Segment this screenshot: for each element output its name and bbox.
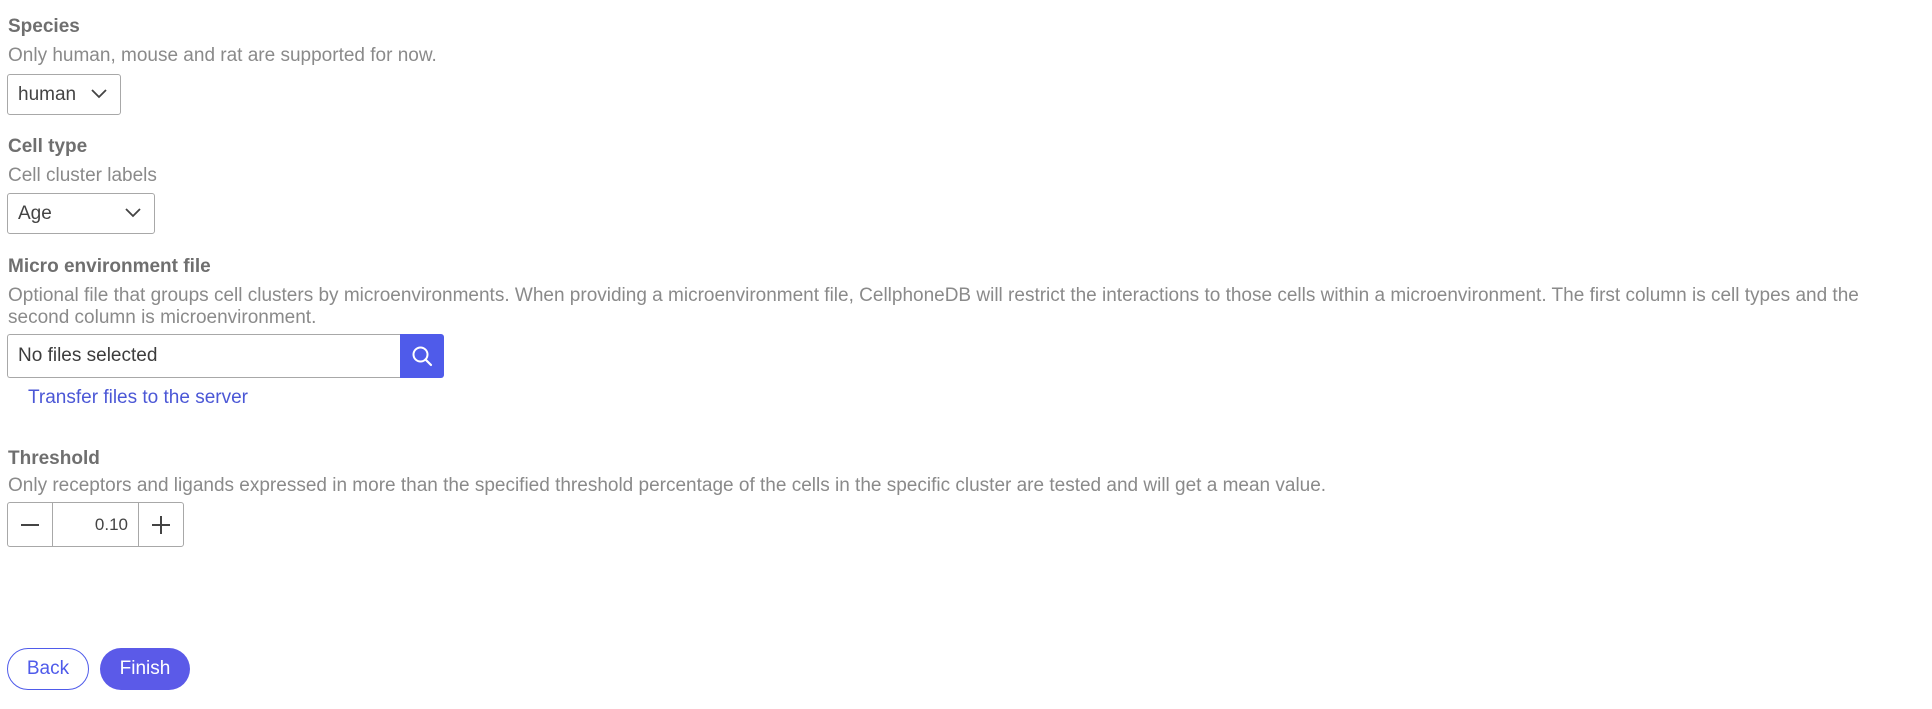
- threshold-stepper: 0.10: [7, 502, 184, 547]
- form-page: Species Only human, mouse and rat are su…: [0, 0, 1932, 709]
- increment-button[interactable]: [139, 503, 183, 546]
- minus-icon: [21, 523, 39, 526]
- threshold-input[interactable]: 0.10: [52, 503, 139, 546]
- species-title: Species: [8, 16, 80, 37]
- decrement-button[interactable]: [8, 503, 52, 546]
- plus-icon: [152, 515, 170, 534]
- chevron-down-icon: [125, 208, 141, 218]
- transfer-files-link[interactable]: Transfer files to the server: [28, 387, 248, 409]
- file-field-value: No files selected: [18, 345, 158, 366]
- back-button[interactable]: Back: [7, 648, 89, 690]
- search-icon: [412, 346, 433, 367]
- threshold-description: Only receptors and ligands expressed in …: [8, 475, 1327, 496]
- species-description: Only human, mouse and rat are supported …: [8, 45, 437, 66]
- micro-env-title: Micro environment file: [8, 256, 211, 277]
- chevron-down-icon: [91, 89, 107, 99]
- finish-button[interactable]: Finish: [100, 648, 190, 690]
- threshold-title: Threshold: [8, 448, 100, 469]
- species-select[interactable]: human: [7, 74, 121, 115]
- cell-type-select[interactable]: Age: [7, 193, 155, 234]
- micro-env-file-field[interactable]: No files selected: [7, 334, 400, 378]
- cell-type-select-value: Age: [18, 202, 52, 224]
- cell-type-title: Cell type: [8, 136, 88, 157]
- micro-env-description: Optional file that groups cell clusters …: [8, 285, 1859, 328]
- browse-files-button[interactable]: [400, 334, 444, 378]
- cell-type-description: Cell cluster labels: [8, 165, 157, 186]
- species-select-value: human: [18, 83, 77, 105]
